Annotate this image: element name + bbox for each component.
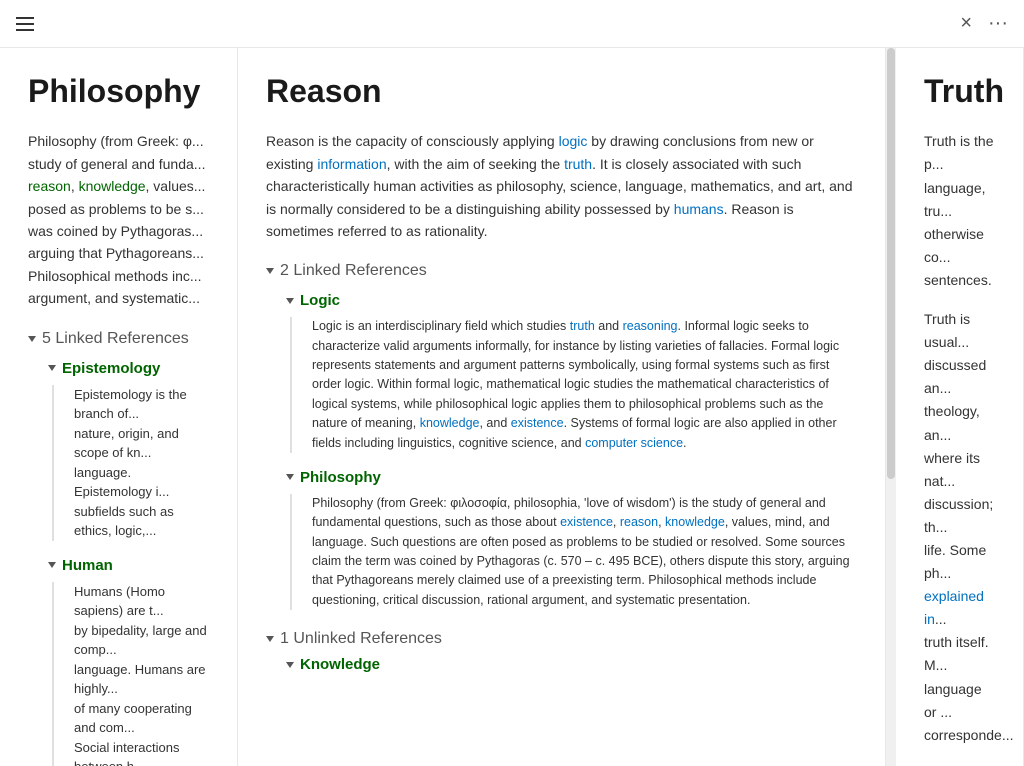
- reason-intro: Reason is the capacity of consciously ap…: [266, 130, 857, 242]
- ref-item-human: Human Humans (Homo sapiens) are t... by …: [28, 557, 209, 766]
- human-header[interactable]: Human: [48, 557, 209, 574]
- knowledge-ref-link[interactable]: Knowledge: [300, 656, 380, 673]
- close-icon[interactable]: ×: [960, 12, 972, 35]
- truth-ref-link[interactable]: truth: [570, 319, 595, 333]
- knowledge-link[interactable]: knowledge: [79, 178, 146, 194]
- ref-item-knowledge: Knowledge: [266, 656, 857, 673]
- hamburger-menu-icon[interactable]: [16, 17, 34, 31]
- reason-linked-refs-label: 2 Linked References: [280, 262, 427, 280]
- panel-philosophy: Philosophy Philosophy (from Greek: φ... …: [0, 48, 238, 766]
- reason-linked-refs-header[interactable]: 2 Linked References: [266, 262, 857, 280]
- reason-linked-refs-section: 2 Linked References Logic Logic is an in…: [266, 262, 857, 610]
- philosophy-ref-toggle-icon: [286, 474, 294, 480]
- top-bar-left: [16, 17, 34, 31]
- philosophy-title: Philosophy: [28, 72, 209, 110]
- philosophy-linked-refs-label: 5 Linked References: [42, 330, 189, 348]
- epistemology-header[interactable]: Epistemology: [48, 360, 209, 377]
- philosophy-excerpt: Philosophy (from Greek: φιλοσοφία, philo…: [290, 494, 857, 610]
- reason-linked-refs-toggle-icon: [266, 268, 274, 274]
- linked-refs-toggle-icon: [28, 336, 36, 342]
- epistemology-excerpt: Epistemology is the branch of... nature,…: [52, 385, 209, 541]
- human-link[interactable]: Human: [62, 557, 113, 574]
- human-excerpt: Humans (Homo sapiens) are t... by bipeda…: [52, 582, 209, 766]
- more-options-icon[interactable]: ···: [988, 12, 1008, 35]
- reason-unlinked-refs-label: 1 Unlinked References: [280, 630, 442, 648]
- scrollbar-thumb: [887, 48, 895, 479]
- truth-para-2: Truth is usual... discussed an... theolo…: [924, 308, 995, 747]
- philosophy-linked-refs-header[interactable]: 5 Linked References: [28, 330, 209, 348]
- top-bar-right: × ···: [960, 12, 1008, 35]
- existence-link[interactable]: existence: [511, 416, 564, 430]
- logic-ref-header[interactable]: Logic: [286, 292, 857, 309]
- computer-science-link[interactable]: computer science: [585, 436, 683, 450]
- knowledge-toggle-icon: [286, 662, 294, 668]
- epistemology-link[interactable]: Epistemology: [62, 360, 160, 377]
- logic-excerpt: Logic is an interdisciplinary field whic…: [290, 317, 857, 453]
- existence-ref-link[interactable]: existence: [560, 515, 613, 529]
- ref-item-epistemology: Epistemology Epistemology is the branch …: [28, 360, 209, 541]
- reason-title: Reason: [266, 72, 857, 110]
- top-bar: × ···: [0, 0, 1024, 48]
- reason-link[interactable]: reason: [28, 178, 71, 194]
- explained-in-link[interactable]: explained in: [924, 588, 984, 627]
- panel-truth: Truth Truth is the p... language, tru...…: [896, 48, 1024, 766]
- truth-body: Truth is the p... language, tru... other…: [924, 130, 995, 766]
- knowledge-ref-link[interactable]: knowledge: [420, 416, 480, 430]
- logic-ref-link[interactable]: Logic: [300, 292, 340, 309]
- philosophy-body: Philosophy (from Greek: φ... study of ge…: [28, 130, 209, 309]
- logic-toggle-icon: [286, 298, 294, 304]
- ref-item-logic: Logic Logic is an interdisciplinary fiel…: [266, 292, 857, 453]
- epistemology-toggle-icon: [48, 365, 56, 371]
- knowledge-header[interactable]: Knowledge: [286, 656, 857, 673]
- ref-item-philosophy: Philosophy Philosophy (from Greek: φιλοσ…: [266, 469, 857, 610]
- logic-link[interactable]: logic: [559, 133, 588, 149]
- human-toggle-icon: [48, 562, 56, 568]
- knowledge-ref2-link[interactable]: knowledge: [665, 515, 725, 529]
- unlinked-refs-toggle-icon: [266, 636, 274, 642]
- philosophy-ref-link[interactable]: Philosophy: [300, 469, 381, 486]
- truth-title: Truth: [924, 72, 995, 110]
- panels-container: Philosophy Philosophy (from Greek: φ... …: [0, 48, 1024, 766]
- philosophy-ref-header[interactable]: Philosophy: [286, 469, 857, 486]
- humans-link[interactable]: humans: [674, 201, 724, 217]
- reason-ref-link[interactable]: reason: [620, 515, 658, 529]
- truth-para-1: Truth is the p... language, tru... other…: [924, 130, 995, 292]
- reasoning-link[interactable]: reasoning: [623, 319, 678, 333]
- truth-link[interactable]: truth: [564, 156, 592, 172]
- reason-unlinked-refs-section: 1 Unlinked References Knowledge: [266, 630, 857, 673]
- panel-reason: Reason Reason is the capacity of conscio…: [238, 48, 886, 766]
- reason-unlinked-refs-header[interactable]: 1 Unlinked References: [266, 630, 857, 648]
- middle-scrollbar[interactable]: [886, 48, 896, 766]
- information-link[interactable]: information: [317, 156, 386, 172]
- philosophy-linked-refs-section: 5 Linked References Epistemology Epistem…: [28, 330, 209, 766]
